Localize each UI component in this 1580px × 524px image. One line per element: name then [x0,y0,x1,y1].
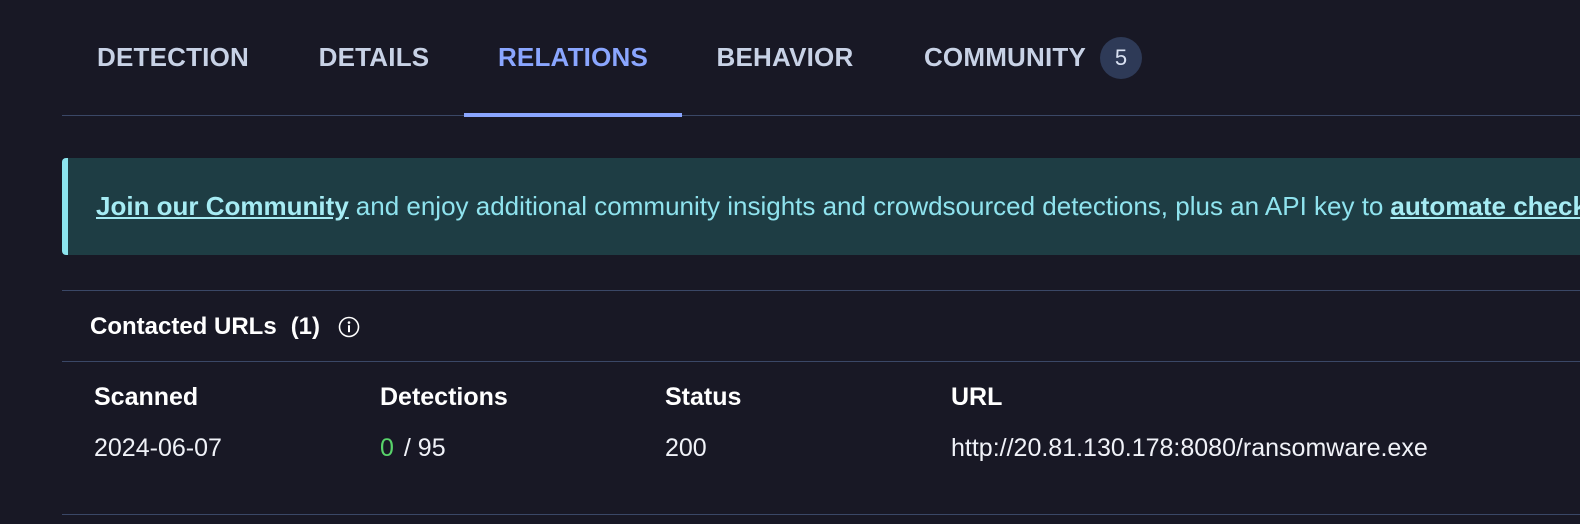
tab-relations[interactable]: RELATIONS [464,0,682,117]
tab-community[interactable]: COMMUNITY 5 [908,0,1158,115]
column-header-detections[interactable]: Detections [380,383,508,412]
section-divider-middle [62,361,1580,362]
section-divider-bottom [62,514,1580,515]
tab-detection[interactable]: DETECTION [62,0,284,115]
column-header-url[interactable]: URL [951,383,1002,412]
section-divider-top [62,290,1580,291]
banner-text: and enjoy additional community insights … [355,191,1384,221]
section-title: Contacted URLs [90,313,277,340]
column-header-scanned[interactable]: Scanned [94,383,198,412]
tab-community-label: COMMUNITY [923,42,1087,72]
cell-url[interactable]: http://20.81.130.178:8080/ransomware.exe [951,434,1428,463]
automate-checks-link[interactable]: automate checks. [1390,191,1580,222]
join-community-link[interactable]: Join our Community [96,191,349,222]
detections-positive: 0 [380,434,394,462]
info-circle-icon[interactable] [338,316,360,338]
community-banner: Join our Community and enjoy additional … [62,158,1580,255]
section-header: Contacted URLs (1) [90,306,360,348]
community-count-badge: 5 [1100,36,1143,79]
cell-detections: 0 / 95 [380,434,446,463]
tab-detection-label: DETECTION [96,42,250,72]
detections-total: / 95 [403,434,446,462]
tab-details-label: DETAILS [318,42,430,72]
page: DETECTION DETAILS RELATIONS BEHAVIOR COM… [0,0,1580,524]
tab-bar: DETECTION DETAILS RELATIONS BEHAVIOR COM… [62,0,1580,117]
cell-status: 200 [665,434,707,462]
tab-behavior[interactable]: BEHAVIOR [682,0,888,115]
section-count: (1) [290,313,321,340]
tab-details[interactable]: DETAILS [284,0,464,115]
column-header-status[interactable]: Status [665,383,741,412]
cell-scanned: 2024-06-07 [94,434,222,462]
tab-behavior-label: BEHAVIOR [716,42,854,72]
tab-relations-label: RELATIONS [497,42,649,72]
